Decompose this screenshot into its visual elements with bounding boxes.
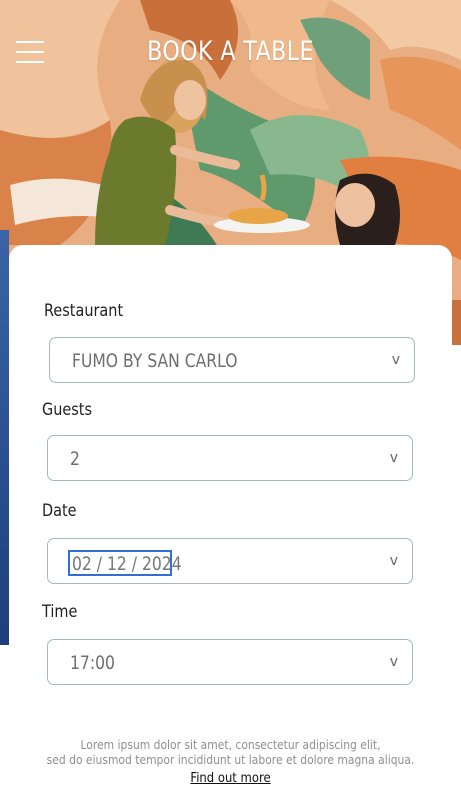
time-label: Time [42,602,78,622]
hamburger-menu-icon-line [16,51,44,53]
guests-value: 2 [70,448,80,470]
background-edge [0,230,9,645]
time-select[interactable]: 17:00 v [47,639,413,685]
date-label: Date [42,501,77,521]
chevron-down-icon: v [389,553,398,569]
chevron-down-icon: v [391,352,400,368]
time-value: 17:00 [70,652,115,674]
find-out-more-label[interactable]: Find out more [190,770,270,786]
find-out-more-link[interactable]: Find out more [32,770,428,786]
booking-form-card [9,245,452,805]
footer-text-line1: Lorem ipsum dolor sit amet, consectetur … [80,737,381,752]
chevron-down-icon: v [389,450,398,466]
guests-label: Guests [42,400,92,420]
footer-text-line2: sed do eiusmod tempor incididunt ut labo… [46,752,415,767]
date-input-focus[interactable]: 02 / 12 / 2024 [68,550,182,576]
menu-button[interactable] [16,41,44,63]
background-edge [452,300,461,345]
date-input[interactable]: 02 / 12 / 2024 v [47,538,413,584]
page-title: BOOK A TABLE [147,36,314,67]
hamburger-menu-icon [16,41,44,43]
restaurant-select[interactable]: FUMO BY SAN CARLO v [49,337,415,383]
date-value: 02 / 12 / 2024 [72,553,182,575]
chevron-down-icon: v [389,654,398,670]
guests-select[interactable]: 2 v [47,435,413,481]
restaurant-value: FUMO BY SAN CARLO [72,350,238,372]
hamburger-menu-icon-line [16,61,44,63]
restaurant-label: Restaurant [44,301,124,321]
